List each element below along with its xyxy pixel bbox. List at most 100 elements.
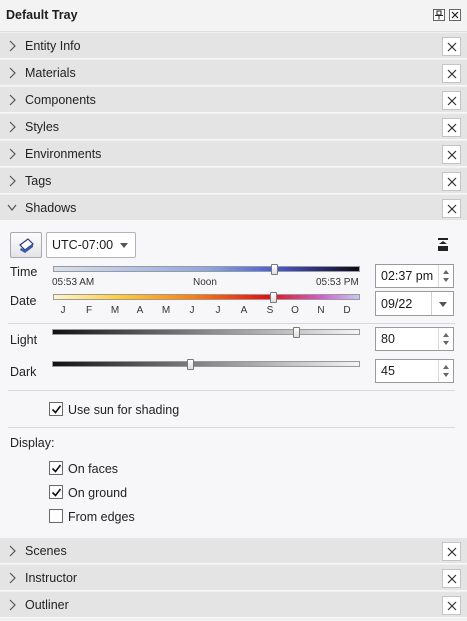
date-picker[interactable]: 09/22 [375,291,454,316]
collapse-details-icon[interactable] [438,238,448,251]
chevron-right-icon [9,67,16,79]
chevron-right-icon [9,545,16,557]
close-panel-button[interactable] [442,118,461,137]
panel-label: Entity Info [25,39,81,53]
tray-titlebar: Default Tray [0,0,467,32]
noon-label: Noon [193,277,217,288]
sunrise-label: 05:53 AM [52,277,95,288]
close-tray-icon[interactable] [449,9,461,21]
panel-materials[interactable]: Materials [0,60,467,86]
time-slider-track[interactable] [53,266,360,272]
close-icon [447,96,457,106]
on-ground-checkbox[interactable] [49,485,63,499]
shadow-toggle-icon [19,238,34,253]
light-slider-track[interactable] [52,329,360,335]
pin-icon[interactable] [433,9,445,21]
close-panel-button[interactable] [442,569,461,588]
month-label: F [85,305,93,316]
close-icon [447,204,457,214]
close-icon [447,574,457,584]
panel-instructor[interactable]: Instructor [0,565,467,591]
from-edges-checkbox[interactable] [49,509,63,523]
on-faces-label: On faces [68,462,119,476]
dark-input[interactable]: 45 [375,359,454,383]
chevron-right-icon [9,40,16,52]
chevron-down-icon [120,243,128,248]
month-label: S [266,305,274,316]
light-stepper[interactable] [438,328,453,350]
month-label: M [110,305,120,316]
panel-entity-info[interactable]: Entity Info [0,33,467,59]
from-edges-label: From edges [68,510,135,524]
close-panel-button[interactable] [442,199,461,218]
dark-slider-track[interactable] [52,361,360,367]
panel-tags[interactable]: Tags [0,168,467,194]
date-value: 09/22 [381,297,413,311]
panel-scenes[interactable]: Scenes [0,538,467,564]
close-icon [447,42,457,52]
time-input[interactable]: 02:37 pm [375,264,454,288]
close-icon [447,123,457,133]
month-label: A [240,305,248,316]
close-panel-button[interactable] [442,37,461,56]
light-label: Light [10,333,38,347]
time-value: 02:37 pm [381,269,434,283]
panel-label: Shadows [25,201,77,215]
panel-label: Tags [25,174,52,188]
close-panel-button[interactable] [442,91,461,110]
on-faces-checkbox[interactable] [49,461,63,475]
dark-value: 45 [381,364,395,378]
use-sun-checkbox[interactable] [49,402,63,416]
close-panel-button[interactable] [442,145,461,164]
chevron-right-icon [9,175,16,187]
panel-components[interactable]: Components [0,87,467,113]
month-label: M [161,305,171,316]
month-label: D [343,305,351,316]
month-label: J [60,305,66,316]
panel-label: Environments [25,147,102,161]
panel-label: Materials [25,66,76,80]
divider [8,390,455,391]
panel-label: Scenes [25,544,67,558]
panel-label: Components [25,93,96,107]
panel-label: Styles [25,120,60,134]
checkmark-icon [51,464,62,473]
divider [8,427,455,428]
date-slider-track[interactable] [53,294,360,300]
dark-stepper[interactable] [438,360,453,382]
time-stepper[interactable] [438,265,453,287]
chevron-down-icon [439,302,447,307]
date-label: Date [10,294,37,308]
close-panel-button[interactable] [442,172,461,191]
light-input[interactable]: 80 [375,327,454,351]
panel-label: Outliner [25,598,69,612]
dark-label: Dark [10,365,37,379]
close-icon [447,69,457,79]
chevron-right-icon [9,121,16,133]
chevron-right-icon [9,599,16,611]
date-dropdown-button[interactable] [431,292,453,315]
panel-environments[interactable]: Environments [0,141,467,167]
light-slider-thumb[interactable] [293,327,300,338]
panel-label: Instructor [25,571,78,585]
close-icon [447,547,457,557]
checkmark-icon [51,405,62,414]
close-panel-button[interactable] [442,596,461,615]
panel-styles[interactable]: Styles [0,114,467,140]
month-label: J [189,305,195,316]
display-label: Display: [10,436,55,450]
timezone-select[interactable]: UTC-07:00 [46,232,136,258]
dark-slider-thumb[interactable] [187,359,194,370]
toggle-shadows-button[interactable] [10,232,42,258]
on-ground-label: On ground [68,486,128,500]
close-panel-button[interactable] [442,542,461,561]
panel-outliner[interactable]: Outliner [0,592,467,618]
checkmark-icon [51,488,62,497]
date-slider-thumb[interactable] [270,292,277,303]
close-panel-button[interactable] [442,64,461,83]
close-icon [447,177,457,187]
month-label: N [317,305,325,316]
time-slider-thumb[interactable] [271,264,278,275]
panel-shadows[interactable]: Shadows [0,195,467,221]
chevron-right-icon [9,572,16,584]
